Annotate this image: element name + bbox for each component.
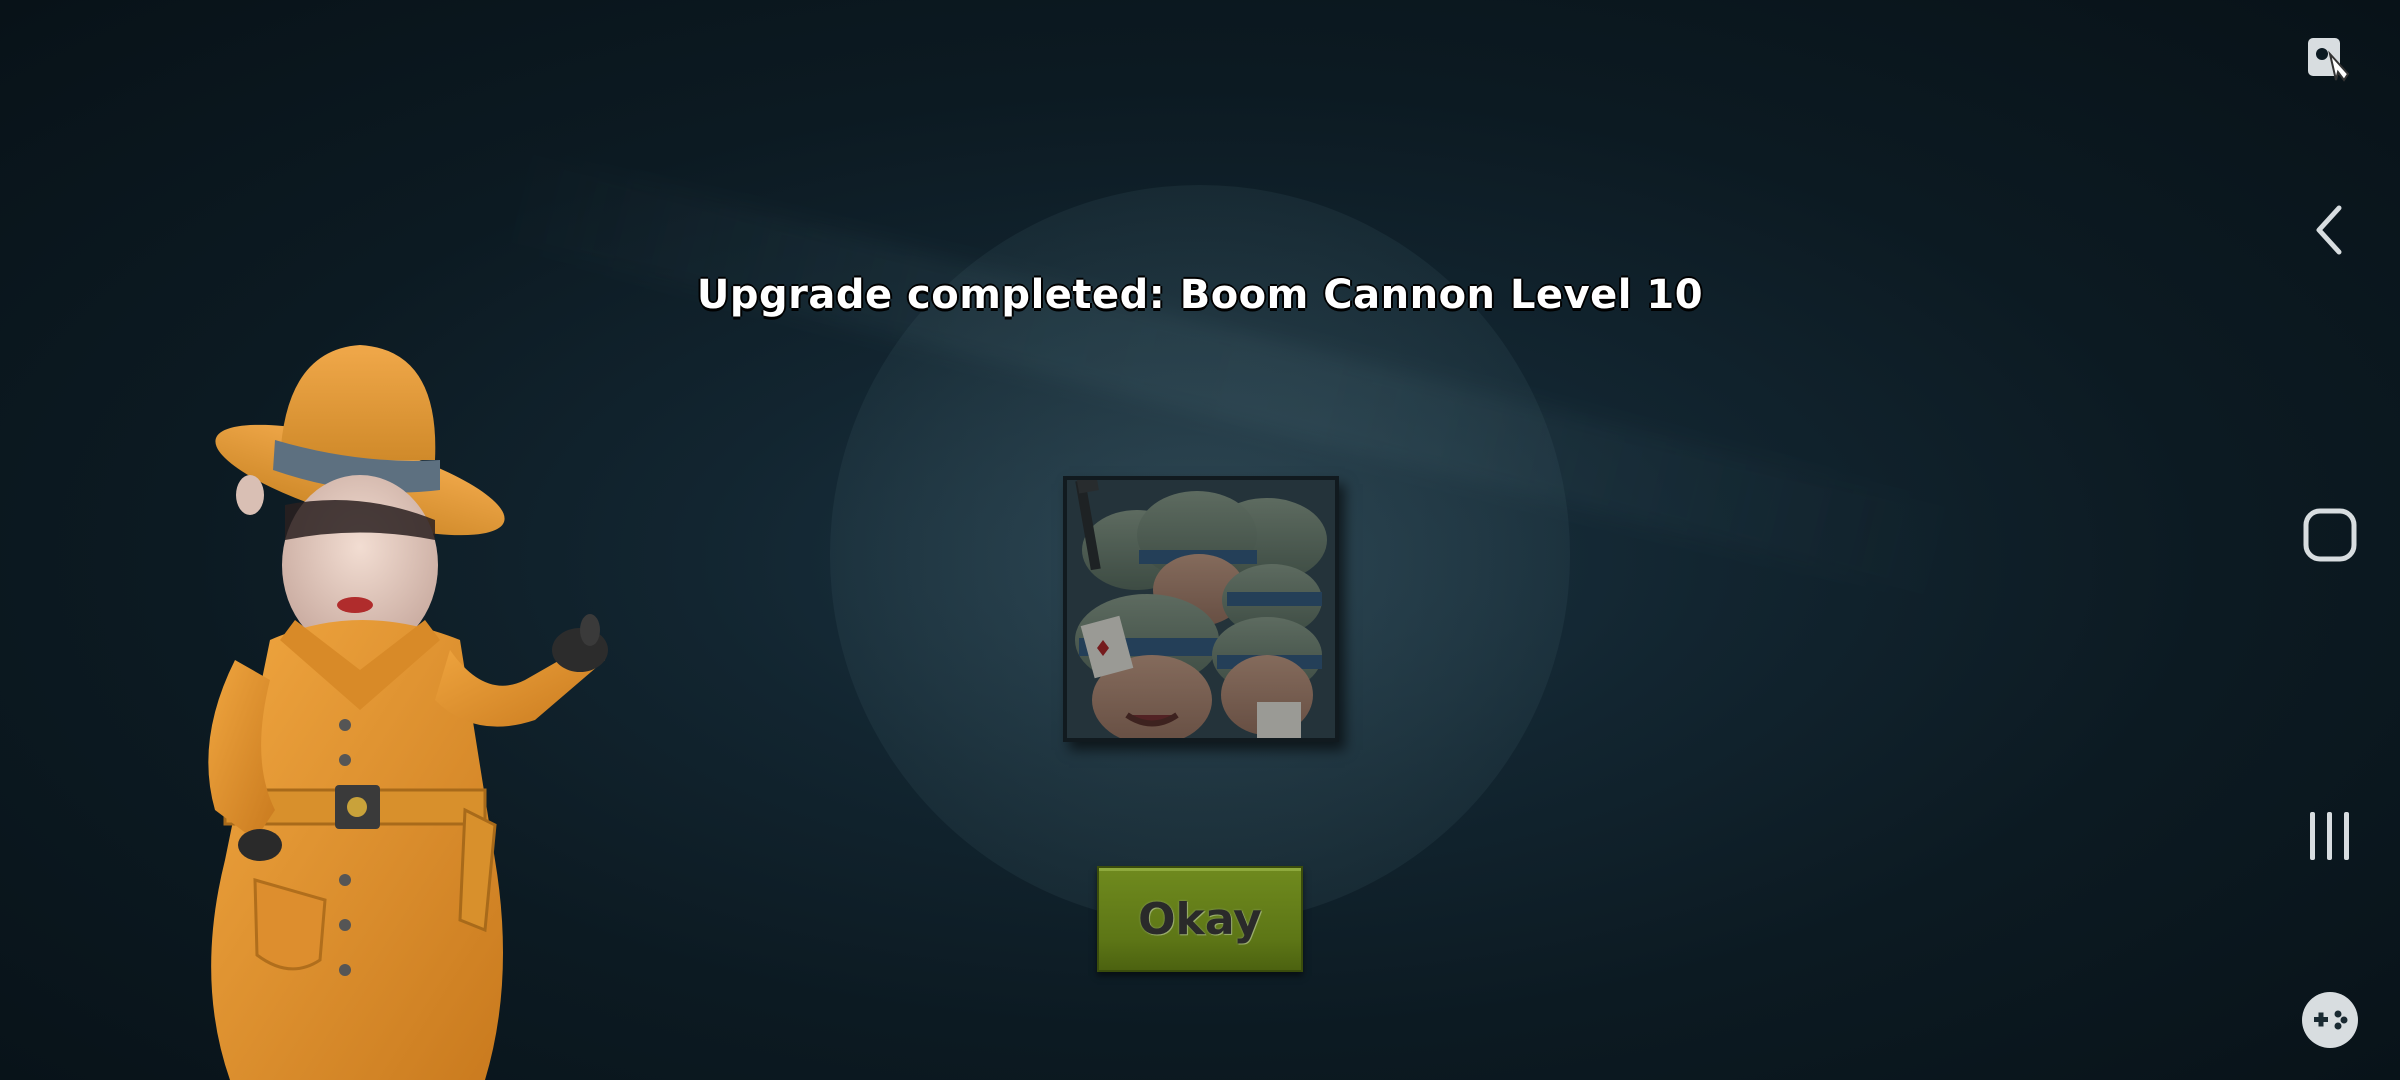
heavy-troops-portrait-icon (1067, 480, 1335, 738)
okay-button[interactable]: Okay (1097, 866, 1303, 972)
screenshot-touch-icon[interactable] (2290, 18, 2370, 98)
game-screen: Upgrade completed: Boom Cannon Level 10 (0, 0, 2400, 1080)
system-nav-bar (2260, 0, 2400, 1080)
back-icon[interactable] (2290, 190, 2370, 270)
spy-character-icon (208, 345, 608, 1080)
home-icon[interactable] (2290, 495, 2370, 575)
upgrade-title: Upgrade completed: Boom Cannon Level 10 (696, 272, 1704, 318)
recent-apps-icon[interactable] (2290, 796, 2370, 876)
game-controller-icon[interactable] (2290, 980, 2370, 1060)
okay-button-label: Okay (1138, 893, 1262, 945)
unit-portrait-card (1063, 476, 1339, 742)
